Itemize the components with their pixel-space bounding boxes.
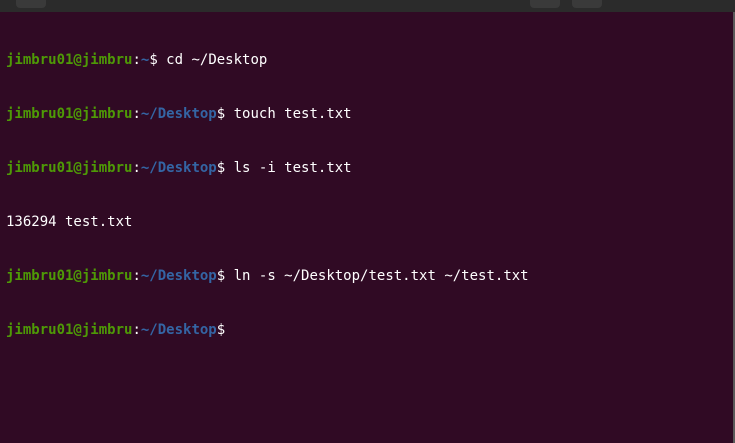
terminal-line: 136294 test.txt: [6, 213, 529, 231]
terminal-window[interactable]: jimbru01@jimbru:~$ cd ~/Desktop jimbru01…: [0, 12, 735, 443]
prompt-path: ~/Desktop: [140, 160, 217, 176]
prompt-path: ~/Desktop: [140, 106, 217, 122]
titlebar-menu-button[interactable]: [16, 0, 46, 8]
command-text: ls -i test.txt: [225, 160, 352, 176]
command-text: cd ~/Desktop: [157, 52, 268, 68]
prompt-symbol: $: [216, 268, 226, 284]
prompt-path: ~/Desktop: [140, 268, 217, 284]
titlebar-minimize-button[interactable]: [530, 0, 560, 8]
terminal-output[interactable]: jimbru01@jimbru:~$ cd ~/Desktop jimbru01…: [6, 15, 529, 375]
prompt-user-host: jimbru01@jimbru: [6, 268, 133, 284]
prompt-path: ~/Desktop: [140, 322, 217, 338]
terminal-line: jimbru01@jimbru:~/Desktop$ touch test.tx…: [6, 106, 352, 122]
desktop-screen: I t a Sa y k o jimbru01@jimbru:~$ cd ~/D…: [0, 0, 735, 443]
command-output: 136294 test.txt: [6, 214, 133, 230]
prompt-symbol: $: [216, 160, 226, 176]
prompt-user-host: jimbru01@jimbru: [6, 160, 133, 176]
prompt-user-host: jimbru01@jimbru: [6, 52, 133, 68]
terminal-line: jimbru01@jimbru:~/Desktop$: [6, 322, 226, 338]
terminal-line: jimbru01@jimbru:~/Desktop$ ls -i test.tx…: [6, 160, 352, 176]
command-text: ln -s ~/Desktop/test.txt ~/test.txt: [225, 268, 529, 284]
terminal-line: jimbru01@jimbru:~$ cd ~/Desktop: [6, 52, 268, 68]
command-text: touch test.txt: [225, 106, 352, 122]
prompt-user-host: jimbru01@jimbru: [6, 322, 133, 338]
prompt-symbol: $: [149, 52, 158, 68]
prompt-symbol: $: [216, 106, 226, 122]
prompt-symbol: $: [216, 322, 226, 338]
prompt-user-host: jimbru01@jimbru: [6, 106, 133, 122]
titlebar-maximize-button[interactable]: [572, 0, 602, 8]
terminal-line: jimbru01@jimbru:~/Desktop$ ln -s ~/Deskt…: [6, 268, 529, 284]
